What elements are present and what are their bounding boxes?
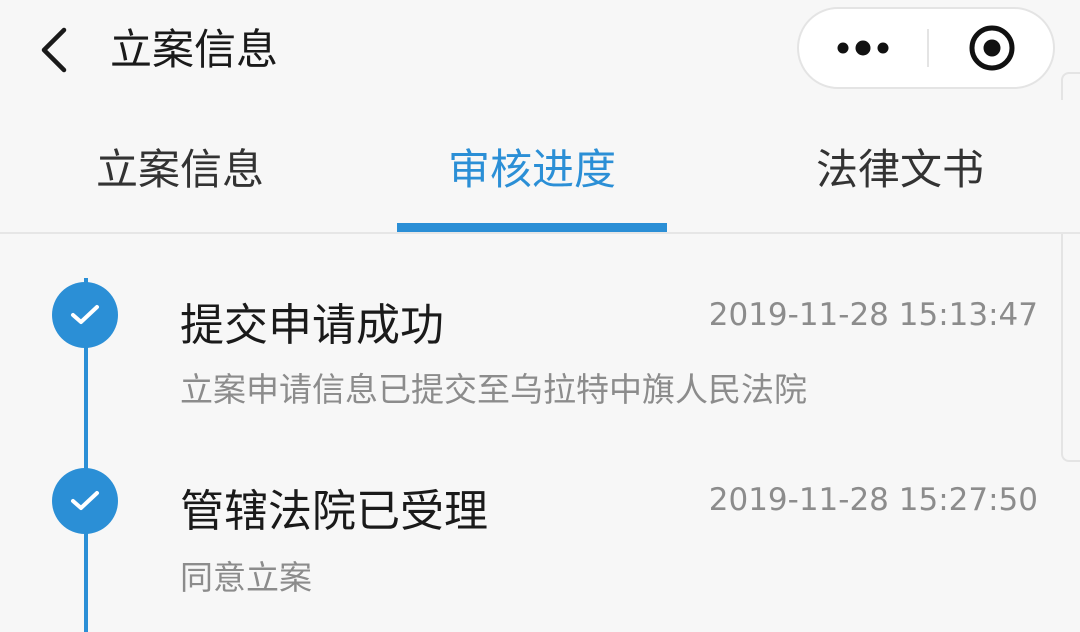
page-title: 立案信息 xyxy=(110,25,279,74)
tab-bar: 立案信息 审核进度 法律文书 xyxy=(0,100,1080,234)
step-title: 管辖法院已受理 xyxy=(180,486,488,537)
close-mini-program-button[interactable] xyxy=(929,9,1055,87)
tab-review-progress[interactable]: 审核进度 xyxy=(352,100,712,232)
step-description: 立案申请信息已提交至乌拉特中旗人民法院 xyxy=(180,370,807,409)
check-circle-icon xyxy=(52,282,118,348)
step-description: 同意立案 xyxy=(180,558,312,597)
tab-case-info[interactable]: 立案信息 xyxy=(0,100,360,232)
step-title: 提交申请成功 xyxy=(180,300,444,351)
mini-program-capsule xyxy=(797,7,1055,89)
step-timestamp: 2019-11-28 15:27:50 xyxy=(708,482,1038,518)
chevron-left-icon xyxy=(41,27,67,73)
step-timestamp: 2019-11-28 15:13:47 xyxy=(708,297,1038,333)
more-button[interactable] xyxy=(799,9,927,87)
more-dots-icon xyxy=(837,40,889,56)
active-tab-indicator xyxy=(397,223,667,232)
navigation-bar: 立案信息 xyxy=(0,0,1080,100)
tab-legal-documents[interactable]: 法律文书 xyxy=(720,100,1080,232)
record-target-icon xyxy=(969,25,1015,71)
back-button[interactable] xyxy=(30,22,80,78)
check-circle-icon xyxy=(52,468,118,534)
